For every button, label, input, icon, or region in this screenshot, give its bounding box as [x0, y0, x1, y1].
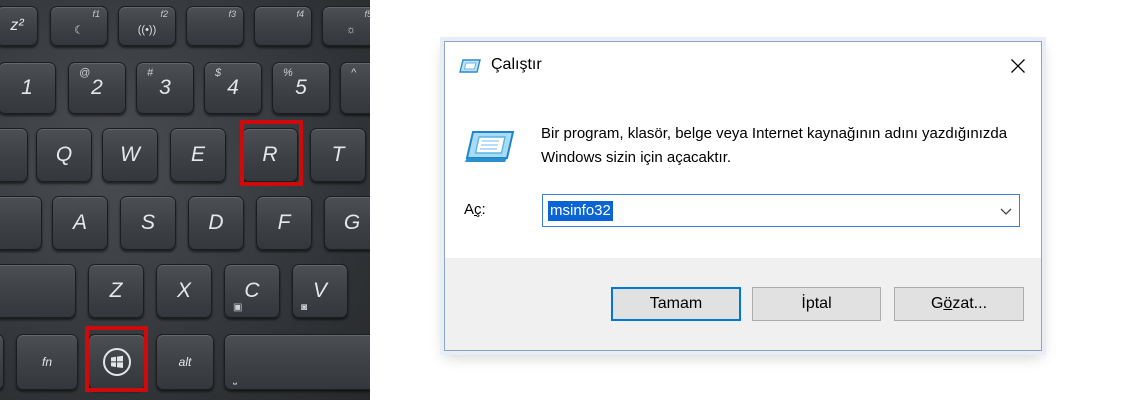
key-shift-symbol: ^ [351, 67, 357, 79]
key-f3: f3 [186, 6, 244, 46]
key-f2: f2 ((•)) [118, 6, 176, 46]
key-label: f4 [296, 9, 304, 19]
key-label: E [190, 143, 205, 166]
browse-button[interactable]: Gözat... [894, 287, 1024, 321]
key-label: C [244, 279, 260, 302]
key-label: 4 [227, 76, 239, 99]
space-symbol-icon: ⎵ [233, 374, 237, 385]
window-title: Çalıştır [491, 56, 542, 73]
cancel-button-label: İptal [801, 295, 832, 312]
key-label: F [277, 211, 291, 234]
key-5: % 5 [272, 62, 330, 114]
ok-button-label: Tamam [649, 295, 703, 312]
key-label: 2 [91, 76, 103, 99]
key-label: Z [109, 279, 123, 302]
key-label: G [343, 211, 361, 234]
key-a: A [52, 196, 108, 250]
ok-button[interactable]: Tamam [611, 287, 741, 321]
key-f5: f5 ☼ [322, 6, 370, 46]
key-s: S [120, 196, 176, 250]
run-icon [458, 58, 482, 81]
key-label: f5 [364, 9, 370, 19]
key-label: 5 [295, 76, 307, 99]
browse-label-part: zat... [952, 295, 988, 312]
key-label: V [312, 279, 327, 302]
key-alt: alt [156, 334, 214, 390]
key-label: S [140, 211, 155, 234]
title-bar[interactable]: Çalıştır [445, 42, 1041, 90]
key-d: D [188, 196, 244, 250]
key-label: z² [10, 17, 24, 34]
key-3: # 3 [136, 62, 194, 114]
close-icon [1011, 59, 1025, 73]
key-label: f1 [92, 9, 100, 19]
camera-icon: ◙ [301, 302, 308, 313]
key-label: Q [55, 143, 73, 166]
key-f4: f4 [254, 6, 312, 46]
key-2: @ 2 [68, 62, 126, 114]
browse-label-part: G [930, 295, 944, 312]
close-button[interactable] [995, 42, 1041, 90]
key-label: alt [178, 355, 192, 369]
key-label: f2 [160, 9, 168, 19]
browse-label-accesskey: ö [943, 295, 953, 312]
keyboard-photo: z² f1 ☾ f2 ((•)) f3 f4 f5 ☼ 1 @ 2 # 3 $ … [0, 0, 370, 400]
highlight-windows-key [85, 326, 148, 392]
calculator-icon: ▣ [233, 302, 243, 313]
key-c: C ▣ [224, 264, 280, 318]
key-f1: f1 ☾ [50, 6, 108, 46]
open-label-accesskey: ç [474, 201, 482, 218]
key-z-superscript: z² [0, 6, 38, 46]
run-program-icon [463, 130, 515, 169]
key-ctrl [0, 334, 4, 390]
sleep-icon: ☾ [74, 24, 84, 37]
key-z: Z [88, 264, 144, 318]
key-label: 3 [159, 76, 171, 99]
key-v: V ◙ [292, 264, 348, 318]
dialog-description: Bir program, klasör, belge veya Internet… [541, 125, 1008, 166]
key-label: D [208, 211, 224, 234]
cancel-button[interactable]: İptal [752, 287, 881, 321]
wireless-icon: ((•)) [137, 23, 157, 36]
key-shift [0, 264, 76, 318]
open-combobox[interactable]: msinfo32 [542, 194, 1020, 227]
key-x: X [156, 264, 212, 318]
key-tab [0, 128, 28, 182]
open-label: Aç: [464, 201, 486, 218]
key-label: X [176, 279, 191, 302]
brightness-down-icon: ☼ [345, 23, 357, 36]
key-label: T [331, 143, 345, 166]
highlight-r-key [240, 120, 303, 186]
browse-button-label: Gözat... [931, 295, 987, 313]
key-q: Q [36, 128, 92, 182]
key-label: 1 [21, 76, 33, 99]
chevron-down-icon[interactable] [999, 204, 1013, 218]
key-t: T [310, 128, 366, 182]
key-4: $ 4 [204, 62, 262, 114]
key-caps [0, 196, 42, 250]
key-6: ^ [340, 62, 370, 114]
key-f: F [256, 196, 312, 250]
key-label: fn [41, 355, 52, 369]
key-e: E [170, 128, 226, 182]
key-label: A [72, 211, 87, 234]
key-label: W [120, 143, 140, 166]
key-space: ⎵ [224, 334, 370, 390]
key-g: G [324, 196, 370, 250]
run-dialog: Çalıştır Bir program, klasör, belge veya… [444, 41, 1042, 351]
key-label: f3 [228, 9, 236, 19]
open-label-text: A [464, 201, 475, 218]
key-w: W [102, 128, 158, 182]
open-label-colon: : [481, 201, 486, 218]
open-input-value[interactable]: msinfo32 [548, 201, 613, 221]
key-1: 1 [0, 62, 56, 114]
key-fn: fn [16, 334, 78, 390]
